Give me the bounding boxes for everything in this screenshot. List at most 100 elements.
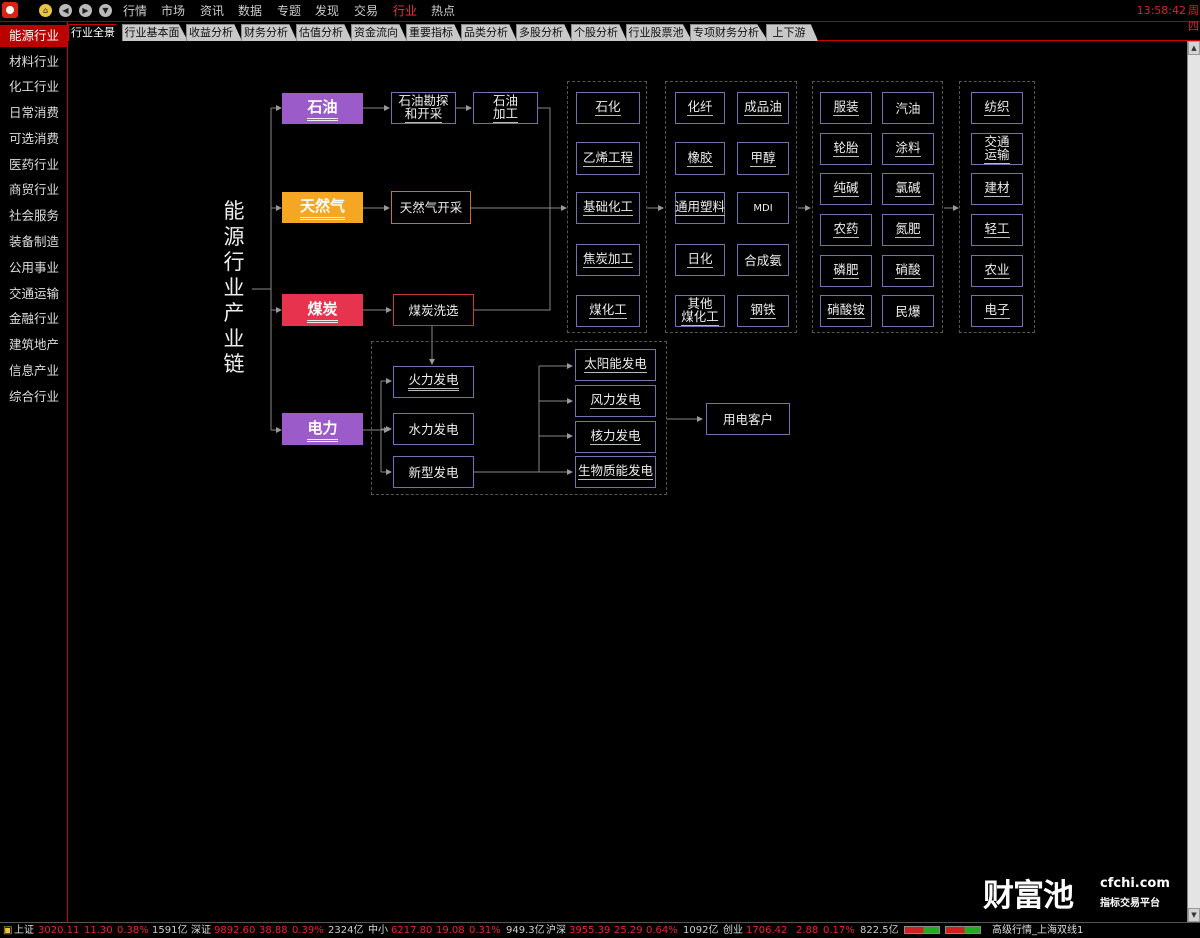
node-col2-1-b[interactable]: 甲醇	[737, 142, 789, 175]
sidebar-item-energy[interactable]: 能源行业	[0, 25, 67, 47]
node-wind-power[interactable]: 风力发电	[575, 385, 656, 417]
node-col2-4-b[interactable]: 钢铁	[737, 295, 789, 327]
menu-industry[interactable]: 行业	[393, 3, 417, 19]
tab-industry-overview[interactable]: 行业全景	[68, 24, 124, 41]
node-hydro-power[interactable]: 水力发电	[393, 413, 474, 445]
node-coal-washing[interactable]: 煤炭洗选	[393, 294, 474, 326]
node-new-power[interactable]: 新型发电	[393, 456, 474, 488]
node-col3-3-b[interactable]: 氮肥	[882, 214, 934, 246]
tab-capital-flow[interactable]: 资金流向	[351, 24, 407, 41]
node-col3-2-b[interactable]: 氯碱	[882, 173, 934, 205]
tab-supply-chain[interactable]: 上下游	[766, 24, 818, 41]
node-power-customers[interactable]: 用电客户	[706, 403, 790, 435]
node-col1-1[interactable]: 乙烯工程	[576, 142, 640, 175]
tab-category[interactable]: 品类分析	[461, 24, 517, 41]
node-col2-0-a[interactable]: 化纤	[675, 92, 725, 124]
node-col3-2-a[interactable]: 纯碱	[820, 173, 872, 205]
index-sme-name[interactable]: 中小	[368, 923, 388, 938]
menu-discover[interactable]: 发现	[315, 3, 339, 19]
app-logo-icon[interactable]	[2, 2, 18, 18]
sidebar-item-consumer-staples[interactable]: 日常消费	[0, 102, 67, 124]
sidebar-item-utilities[interactable]: 公用事业	[0, 257, 67, 279]
node-thermal-power[interactable]: 火力发电	[393, 366, 474, 398]
sidebar-item-consumer-discretionary[interactable]: 可选消费	[0, 128, 67, 150]
menu-market[interactable]: 市场	[161, 3, 185, 19]
node-col4-5[interactable]: 电子	[971, 295, 1023, 327]
coal-header[interactable]: 煤炭	[282, 294, 363, 326]
sidebar-item-finance[interactable]: 金融行业	[0, 308, 67, 330]
home-icon[interactable]: ⌂	[39, 4, 52, 17]
sidebar-item-it[interactable]: 信息产业	[0, 360, 67, 382]
node-col3-1-a[interactable]: 轮胎	[820, 133, 872, 165]
node-biomass-power[interactable]: 生物质能发电	[575, 456, 656, 488]
tab-multi-stock[interactable]: 多股分析	[516, 24, 572, 41]
index-sh-name[interactable]: 上证	[14, 923, 34, 938]
quote-feed-status[interactable]: 高级行情_上海双线1	[992, 923, 1083, 938]
node-col3-4-b[interactable]: 硝酸	[882, 255, 934, 287]
menu-data[interactable]: 数据	[238, 3, 262, 19]
node-col4-4[interactable]: 农业	[971, 255, 1023, 287]
node-col2-1-a[interactable]: 橡胶	[675, 142, 725, 175]
gas-header[interactable]: 天然气	[282, 192, 363, 223]
dropdown-icon[interactable]: ▼	[99, 4, 112, 17]
sidebar-item-conglomerate[interactable]: 综合行业	[0, 386, 67, 408]
sidebar-item-healthcare[interactable]: 医药行业	[0, 154, 67, 176]
node-col3-5-a[interactable]: 硝酸铵	[820, 295, 872, 327]
node-col4-3[interactable]: 轻工	[971, 214, 1023, 246]
node-col3-3-a[interactable]: 农药	[820, 214, 872, 246]
node-solar-power[interactable]: 太阳能发电	[575, 349, 656, 381]
back-icon[interactable]: ◀	[59, 4, 72, 17]
index-hs-name[interactable]: 沪深	[546, 923, 566, 938]
tab-special-financial[interactable]: 专项财务分析	[690, 24, 768, 41]
tab-earnings[interactable]: 收益分析	[186, 24, 242, 41]
node-col2-3-b[interactable]: 合成氨	[737, 244, 789, 276]
node-col4-0[interactable]: 纺织	[971, 92, 1023, 124]
node-gas-mining[interactable]: 天然气开采	[391, 191, 471, 224]
menu-trade[interactable]: 交易	[354, 3, 378, 19]
node-col4-2[interactable]: 建材	[971, 173, 1023, 205]
node-col3-5-b[interactable]: 民爆	[882, 295, 934, 327]
node-col1-4[interactable]: 煤化工	[576, 295, 640, 327]
menu-news[interactable]: 资讯	[200, 3, 224, 19]
sidebar-item-commerce[interactable]: 商贸行业	[0, 179, 67, 201]
node-col1-2[interactable]: 基础化工	[576, 192, 640, 224]
sidebar-item-equipment[interactable]: 装备制造	[0, 231, 67, 253]
node-col3-4-a[interactable]: 磷肥	[820, 255, 872, 287]
scroll-down-icon[interactable]: ▼	[1188, 908, 1200, 922]
index-sz-name[interactable]: 深证	[191, 923, 211, 938]
menu-topics[interactable]: 专题	[277, 3, 301, 19]
menu-quotes[interactable]: 行情	[123, 3, 147, 19]
node-col3-1-b[interactable]: 涂料	[882, 133, 934, 165]
tab-fundamentals[interactable]: 行业基本面	[122, 24, 188, 41]
vertical-scrollbar[interactable]: ▲ ▼	[1187, 41, 1200, 922]
node-col2-4-a[interactable]: 其他 煤化工	[675, 295, 725, 327]
sidebar-item-real-estate[interactable]: 建筑地产	[0, 334, 67, 356]
node-nuclear-power[interactable]: 核力发电	[575, 421, 656, 453]
node-col4-1[interactable]: 交通 运输	[971, 133, 1023, 165]
node-col3-0-a[interactable]: 服装	[820, 92, 872, 124]
node-col1-0[interactable]: 石化	[576, 92, 640, 124]
sidebar-item-chemicals[interactable]: 化工行业	[0, 76, 67, 98]
index-gem-name[interactable]: 创业	[723, 923, 743, 938]
node-oil-exploration[interactable]: 石油勘探 和开采	[391, 92, 456, 124]
power-header[interactable]: 电力	[282, 413, 363, 445]
tab-single-stock[interactable]: 个股分析	[571, 24, 627, 41]
sidebar-item-social-services[interactable]: 社会服务	[0, 205, 67, 227]
sidebar-item-transportation[interactable]: 交通运输	[0, 283, 67, 305]
node-oil-processing[interactable]: 石油 加工	[473, 92, 538, 124]
scroll-up-icon[interactable]: ▲	[1188, 41, 1200, 55]
node-col1-3[interactable]: 焦炭加工	[576, 244, 640, 276]
node-col2-2-a[interactable]: 通用塑料	[675, 192, 726, 224]
node-col3-0-b[interactable]: 汽油	[882, 92, 934, 124]
tab-valuation[interactable]: 估值分析	[296, 24, 352, 41]
tab-key-indicators[interactable]: 重要指标	[406, 24, 462, 41]
tab-stock-pool[interactable]: 行业股票池	[626, 24, 692, 41]
sidebar-item-materials[interactable]: 材料行业	[0, 51, 67, 73]
forward-icon[interactable]: ▶	[79, 4, 92, 17]
tab-financial[interactable]: 财务分析	[241, 24, 297, 41]
menu-hot[interactable]: 热点	[431, 3, 455, 19]
node-col2-3-a[interactable]: 日化	[675, 244, 725, 276]
node-col2-0-b[interactable]: 成品油	[737, 92, 789, 124]
node-col2-2-b[interactable]: MDI	[737, 192, 789, 224]
oil-header[interactable]: 石油	[282, 93, 363, 124]
